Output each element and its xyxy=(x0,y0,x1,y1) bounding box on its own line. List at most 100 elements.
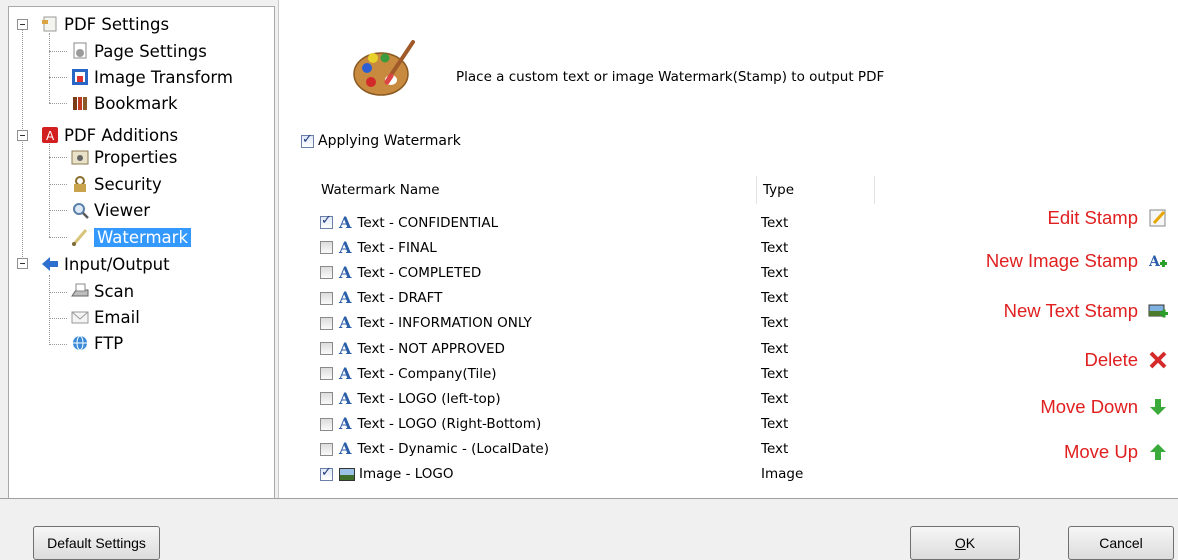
watermark-name: Text - LOGO (left-top) xyxy=(357,390,501,407)
tree-item-page-settings[interactable]: Page Settings xyxy=(71,38,207,64)
table-row[interactable]: A Text - CONFIDENTIAL Text xyxy=(315,210,1106,235)
default-settings-label: Default Settings xyxy=(47,535,146,551)
tree-item-viewer[interactable]: Viewer xyxy=(71,197,150,223)
tree-item-bookmark[interactable]: Bookmark xyxy=(71,90,178,116)
pdf-additions-icon: A xyxy=(41,126,59,144)
tree-item-label: Email xyxy=(94,307,140,327)
table-row[interactable]: A Text - DRAFT Text xyxy=(315,286,1106,311)
text-stamp-icon: A xyxy=(339,414,352,434)
bottom-separator xyxy=(0,498,1178,499)
watermark-name: Text - COMPLETED xyxy=(357,264,482,281)
watermark-name: Text - FINAL xyxy=(357,239,437,256)
row-checkbox[interactable] xyxy=(320,342,333,356)
tree-item-image-transform[interactable]: Image Transform xyxy=(71,64,233,90)
tree-item-security[interactable]: Security xyxy=(71,171,162,197)
apply-watermark-checkbox[interactable]: Applying Watermark xyxy=(301,132,461,149)
table-row[interactable]: A Text - INFORMATION ONLY Text xyxy=(315,311,1106,336)
default-settings-button[interactable]: Default Settings xyxy=(33,526,160,560)
row-checkbox[interactable] xyxy=(320,316,333,330)
new-text-stamp-label: New Text Stamp xyxy=(1003,300,1138,321)
row-checkbox[interactable] xyxy=(320,213,333,230)
table-row[interactable]: A Text - LOGO (left-top) Text xyxy=(315,386,1106,411)
row-checkbox[interactable] xyxy=(320,241,333,255)
edit-stamp-button[interactable]: Edit Stamp xyxy=(1048,207,1169,229)
tree-item-label: Bookmark xyxy=(94,93,178,113)
ok-button[interactable]: OK xyxy=(910,526,1020,560)
watermark-name: Text - INFORMATION ONLY xyxy=(357,315,532,332)
table-row[interactable]: Image - LOGO Image xyxy=(315,462,1106,487)
watermark-table[interactable]: Watermark Name Type A Text - CONFIDENTIAL… xyxy=(315,176,1106,487)
move-up-label: Move Up xyxy=(1063,441,1138,462)
watermark-name: Text - DRAFT xyxy=(357,290,443,307)
row-checkbox[interactable] xyxy=(320,417,333,431)
text-stamp-icon: A xyxy=(339,313,352,333)
table-row[interactable]: A Text - Dynamic - (LocalDate) Text xyxy=(315,437,1106,462)
ok-mnemonic: O xyxy=(954,535,966,551)
image-stamp-icon xyxy=(339,467,355,481)
palette-icon xyxy=(351,38,421,98)
tree-item-properties[interactable]: Properties xyxy=(71,144,177,170)
watermark-name-cell: A Text - NOT APPROVED xyxy=(315,338,757,358)
row-checkbox[interactable] xyxy=(320,266,333,280)
tree-item-pdf-settings[interactable]: PDF Settings xyxy=(41,11,169,37)
tree-item-label: Scan xyxy=(94,281,135,301)
add-text-icon xyxy=(1148,301,1168,321)
tree-item-label: PDF Additions xyxy=(64,125,179,145)
column-header-type[interactable]: Type xyxy=(757,176,875,204)
add-image-icon: A xyxy=(1148,251,1168,271)
row-checkbox[interactable] xyxy=(320,465,333,481)
watermark-name: Text - CONFIDENTIAL xyxy=(357,214,499,231)
watermark-name-cell: A Text - Company(Tile) xyxy=(315,365,757,382)
watermark-icon xyxy=(71,228,89,246)
watermark-type: Image xyxy=(761,466,804,483)
tree-item-input-output[interactable]: Input/Output xyxy=(41,251,170,277)
tree-item-watermark[interactable]: Watermark xyxy=(71,224,192,250)
watermark-type: Text xyxy=(761,264,789,281)
tree-item-label: Input/Output xyxy=(64,254,170,274)
tree-item-label: Watermark xyxy=(94,227,192,247)
collapse-toggle-pdf-additions[interactable] xyxy=(17,130,28,141)
watermark-name: Text - NOT APPROVED xyxy=(357,340,505,357)
settings-tree[interactable]: PDF Settings Page Settings Image Transfo… xyxy=(8,6,275,499)
tree-item-email[interactable]: Email xyxy=(71,304,140,330)
text-stamp-icon: A xyxy=(339,237,352,257)
watermark-name-cell: A Text - INFORMATION ONLY xyxy=(315,315,757,331)
tree-item-label: Properties xyxy=(94,147,178,167)
collapse-toggle-input-output[interactable] xyxy=(17,258,28,269)
text-stamp-icon: A xyxy=(339,338,352,358)
scan-icon xyxy=(71,282,89,300)
edit-icon xyxy=(1148,208,1168,228)
tree-item-label: Image Transform xyxy=(94,67,233,87)
watermark-name: Text - Dynamic - (LocalDate) xyxy=(357,441,549,458)
delete-label: Delete xyxy=(1084,349,1138,370)
watermark-type: Text xyxy=(761,441,789,458)
svg-text:A: A xyxy=(1148,254,1161,270)
watermark-name-cell: A Text - Dynamic - (LocalDate) xyxy=(315,441,757,457)
tree-item-scan[interactable]: Scan xyxy=(71,278,134,304)
edit-stamp-label: Edit Stamp xyxy=(1047,207,1139,228)
tree-item-ftp[interactable]: FTP xyxy=(71,330,123,356)
text-stamp-icon: A xyxy=(339,388,352,408)
row-checkbox[interactable] xyxy=(320,367,333,381)
move-up-button[interactable]: Move Up xyxy=(1064,441,1168,463)
ftp-icon xyxy=(71,334,89,352)
ok-label-rest: K xyxy=(965,535,976,551)
collapse-toggle-pdf-settings[interactable] xyxy=(17,19,28,30)
watermark-name-cell: A Text - DRAFT xyxy=(315,290,757,306)
move-down-button[interactable]: Move Down xyxy=(1040,396,1168,418)
checkbox-checked-icon[interactable] xyxy=(301,132,314,148)
row-checkbox[interactable] xyxy=(320,392,333,406)
row-checkbox[interactable] xyxy=(320,291,333,305)
delete-button[interactable]: Delete xyxy=(1085,349,1168,371)
cancel-button[interactable]: Cancel xyxy=(1068,526,1174,560)
watermark-type: Text xyxy=(761,340,789,357)
table-row[interactable]: A Text - NOT APPROVED Text xyxy=(315,336,1106,361)
row-checkbox[interactable] xyxy=(320,442,333,456)
table-header: Watermark Name Type xyxy=(315,176,1106,204)
table-row[interactable]: A Text - Company(Tile) Text xyxy=(315,361,1106,386)
table-row[interactable]: A Text - LOGO (Right-Bottom) Text xyxy=(315,412,1106,437)
new-image-stamp-button[interactable]: New Image Stamp A xyxy=(986,250,1168,272)
column-header-name[interactable]: Watermark Name xyxy=(315,176,757,204)
new-text-stamp-button[interactable]: New Text Stamp xyxy=(1004,300,1168,322)
svg-text:A: A xyxy=(46,129,55,143)
